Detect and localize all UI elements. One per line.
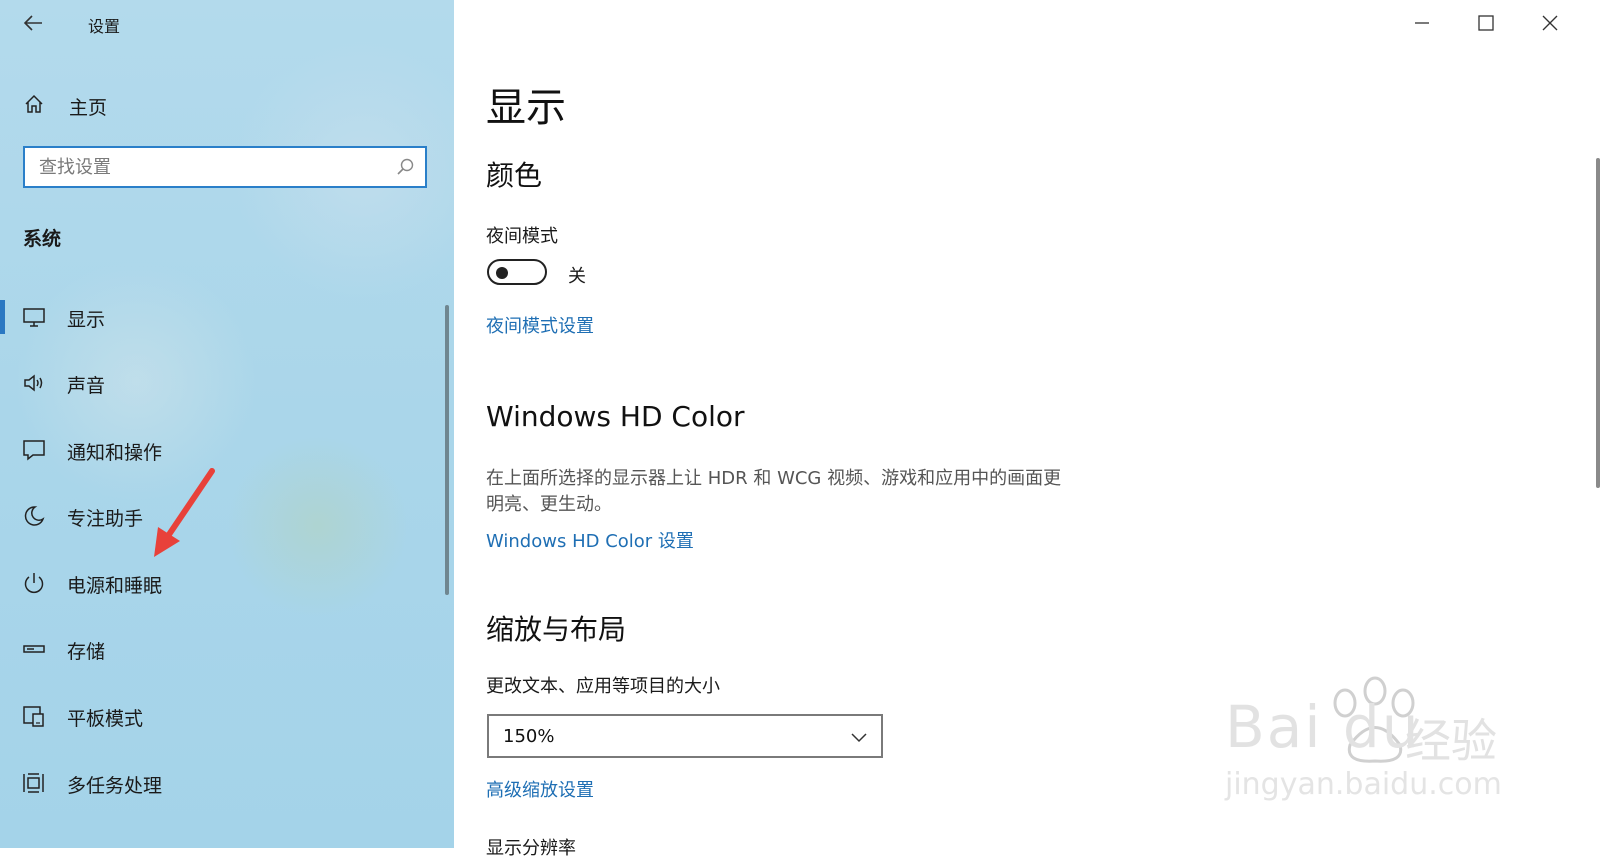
text-size-label: 更改文本、应用等项目的大小 xyxy=(486,676,720,697)
night-mode-state: 关 xyxy=(568,266,586,287)
search-input[interactable] xyxy=(25,148,399,186)
search-box[interactable] xyxy=(23,146,427,188)
back-arrow-icon xyxy=(23,15,42,31)
annotation-arrow-icon xyxy=(154,468,215,557)
hdr-description-line: 明亮、更生动。 xyxy=(486,494,612,515)
night-mode-label: 夜间模式 xyxy=(486,226,558,247)
search-icon[interactable] xyxy=(395,157,415,177)
close-button[interactable] xyxy=(1536,10,1564,36)
hdr-section-heading: Windows HD Color xyxy=(486,400,745,433)
sidebar-item-label: 专注助手 xyxy=(67,508,144,530)
chevron-down-icon xyxy=(851,733,867,743)
multitask-icon xyxy=(23,773,44,793)
hdr-description-line: 在上面所选择的显示器上让 HDR 和 WCG 视频、游戏和应用中的画面更 xyxy=(486,468,1062,489)
notification-icon xyxy=(23,440,45,461)
sidebar-item-display[interactable]: 显示 xyxy=(0,290,446,344)
storage-icon xyxy=(23,645,45,653)
hdr-description: 在上面所选择的显示器上让 HDR 和 WCG 视频、游戏和应用中的画面更 明亮、… xyxy=(486,466,1126,518)
section-label-system: 系统 xyxy=(23,228,62,250)
maximize-button[interactable] xyxy=(1472,10,1500,36)
resolution-label: 显示分辨率 xyxy=(486,838,576,859)
sidebar-scrollbar[interactable] xyxy=(445,305,449,595)
sidebar-item-storage[interactable]: 存储 xyxy=(0,622,446,676)
scale-section-heading: 缩放与布局 xyxy=(486,613,627,646)
watermark-url: jingyan.baidu.com xyxy=(1225,767,1502,802)
sidebar-item-label: 通知和操作 xyxy=(67,442,163,464)
sidebar: 设置 主页 系统 显示 声音 通知和操作 xyxy=(0,0,454,848)
sidebar-item-label: 显示 xyxy=(67,309,106,331)
sidebar-item-multitasking[interactable]: 多任务处理 xyxy=(0,756,446,810)
maximize-icon xyxy=(1478,15,1494,31)
monitor-icon xyxy=(23,308,45,327)
main-scrollbar[interactable] xyxy=(1596,158,1600,488)
sidebar-item-label: 平板模式 xyxy=(67,708,144,730)
color-section-heading: 颜色 xyxy=(486,159,543,192)
sidebar-item-tablet-mode[interactable]: 平板模式 xyxy=(0,689,446,743)
toggle-knob xyxy=(496,267,508,279)
sidebar-item-sound[interactable]: 声音 xyxy=(0,356,446,410)
minimize-button[interactable] xyxy=(1408,10,1436,36)
title-bar: 设置 xyxy=(0,0,454,46)
advanced-scaling-link[interactable]: 高级缩放设置 xyxy=(486,776,594,802)
app-title: 设置 xyxy=(88,17,121,36)
night-mode-toggle[interactable] xyxy=(487,259,547,285)
sidebar-item-label: 多任务处理 xyxy=(67,775,163,797)
watermark-brand-suffix: 经验 xyxy=(1405,714,1497,768)
night-mode-settings-link[interactable]: 夜间模式设置 xyxy=(486,312,594,338)
window-controls xyxy=(1400,0,1600,46)
sidebar-item-label: 存储 xyxy=(67,641,106,663)
home-nav-item[interactable]: 主页 xyxy=(0,84,454,124)
active-indicator xyxy=(0,300,5,334)
sidebar-item-label: 声音 xyxy=(67,375,106,397)
minimize-icon xyxy=(1415,22,1429,24)
tablet-icon xyxy=(23,706,44,727)
baidu-watermark: Bai du 经验 jingyan.baidu.com xyxy=(1225,675,1525,815)
sidebar-item-label: 电源和睡眠 xyxy=(67,575,163,597)
moon-icon xyxy=(24,506,45,526)
hdr-settings-link[interactable]: Windows HD Color 设置 xyxy=(486,527,694,553)
power-icon xyxy=(24,573,44,594)
text-size-dropdown[interactable]: 150% xyxy=(487,714,883,758)
close-icon xyxy=(1542,15,1558,31)
home-icon xyxy=(25,94,43,113)
back-button[interactable] xyxy=(18,10,50,36)
home-label: 主页 xyxy=(69,97,108,119)
page-title: 显示 xyxy=(486,85,566,131)
dropdown-value: 150% xyxy=(503,726,555,747)
speaker-icon xyxy=(24,374,43,392)
watermark-brand: Bai du xyxy=(1225,693,1421,761)
